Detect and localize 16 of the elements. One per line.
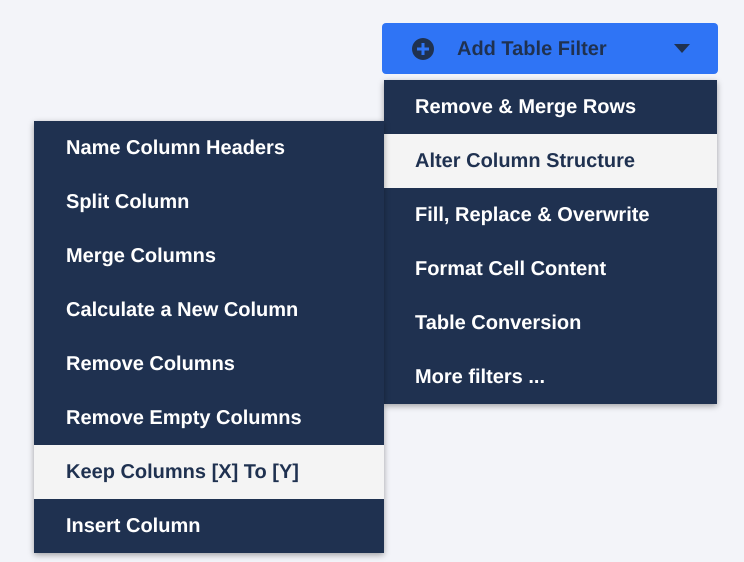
menu-item[interactable]: Remove & Merge Rows <box>384 80 717 134</box>
plus-circle-icon <box>411 36 435 60</box>
menu-item[interactable]: Name Column Headers <box>34 121 384 175</box>
menu-item[interactable]: Merge Columns <box>34 229 384 283</box>
menu-item[interactable]: Keep Columns [X] To [Y] <box>34 445 384 499</box>
menu-item[interactable]: Alter Column Structure <box>384 134 717 188</box>
menu-item[interactable]: More filters ... <box>384 350 717 404</box>
menu-item[interactable]: Split Column <box>34 175 384 229</box>
menu-item[interactable]: Table Conversion <box>384 296 717 350</box>
menu-item[interactable]: Fill, Replace & Overwrite <box>384 188 717 242</box>
menu-item[interactable]: Calculate a New Column <box>34 283 384 337</box>
menu-item[interactable]: Insert Column <box>34 499 384 553</box>
menu-item[interactable]: Remove Columns <box>34 337 384 391</box>
caret-icon <box>674 44 690 53</box>
menu-item[interactable]: Remove Empty Columns <box>34 391 384 445</box>
menu-item[interactable]: Format Cell Content <box>384 242 717 296</box>
